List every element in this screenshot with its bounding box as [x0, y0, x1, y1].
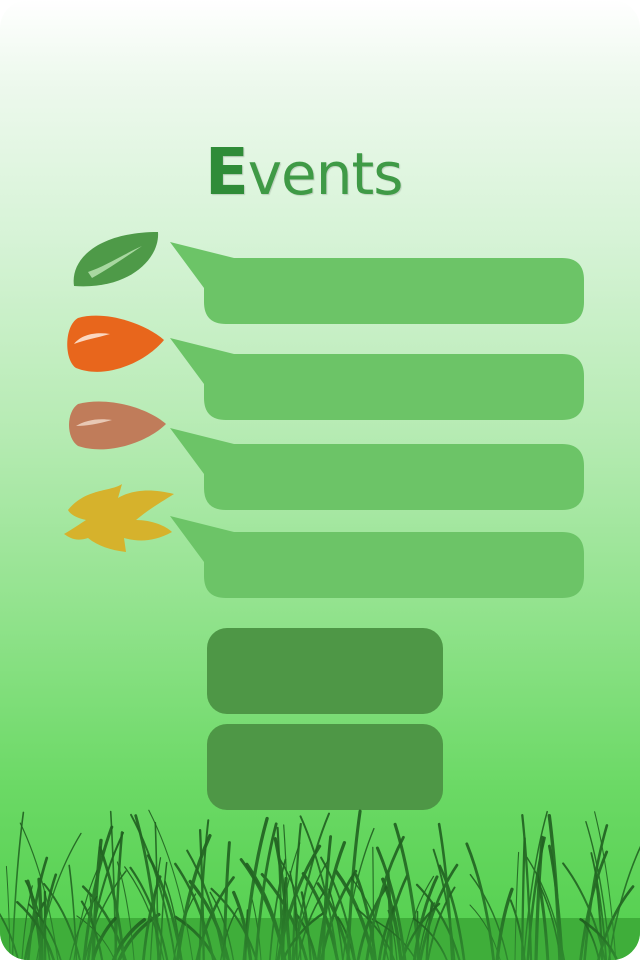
title-initial: E: [205, 136, 249, 210]
brown-leaf-icon: [69, 401, 166, 450]
event-label: [220, 258, 570, 318]
events-screen: Events: [0, 0, 640, 960]
page-title: Events: [205, 128, 465, 218]
yellow-leaf-icon: [64, 484, 174, 552]
green-leaf-icon: [73, 232, 159, 287]
event-label: [220, 444, 570, 504]
orange-leaf-icon: [67, 315, 164, 372]
grass-decoration: [0, 809, 640, 960]
action-button-2[interactable]: [207, 724, 443, 810]
event-bubble-3[interactable]: [170, 424, 590, 514]
event-label: [220, 354, 570, 414]
event-bubble-4[interactable]: [170, 512, 590, 602]
action-button-1[interactable]: [207, 628, 443, 714]
event-label: [220, 532, 570, 592]
title-rest: vents: [247, 140, 404, 208]
event-bubble-2[interactable]: [170, 334, 590, 424]
background-card: Events: [0, 0, 640, 960]
event-bubble-1[interactable]: [170, 238, 590, 328]
